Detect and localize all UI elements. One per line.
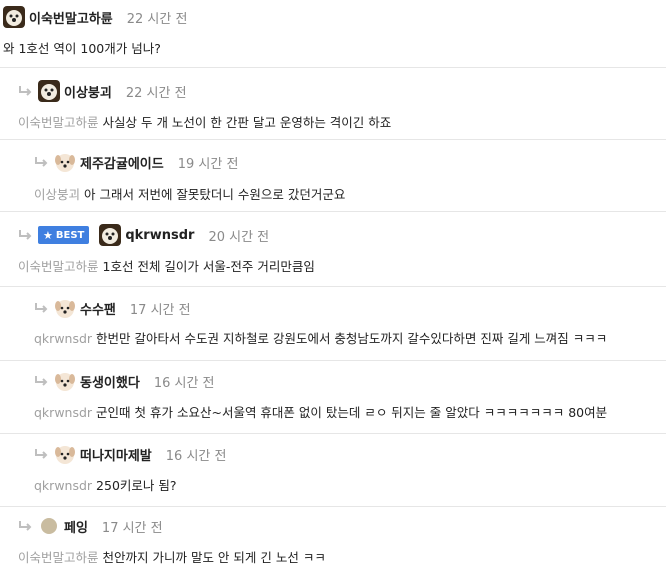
- puppy-avatar[interactable]: [54, 297, 76, 319]
- comment-author[interactable]: qkrwnsdr: [125, 228, 194, 243]
- dog-avatar[interactable]: [99, 224, 122, 246]
- puppy-avatar[interactable]: [54, 443, 76, 465]
- comment-item: 동생이했다 16 시간 전 qkrwnsdr 군인때 첫 휴가 소요산~서울역 휴…: [0, 360, 666, 434]
- comment-time: 17 시간 전: [101, 520, 163, 536]
- comment-item: 수수팬 17 시간 전 qkrwnsdr 한번만 갈아타서 수도권 지하철로 강원…: [0, 286, 666, 361]
- comment-author[interactable]: 이상붕괴: [64, 82, 112, 101]
- comment-time: 20 시간 전: [208, 229, 270, 245]
- comment-text: 한번만 갈아타서 수도권 지하철로 강원도에서 충청남도까지 갈수있다하면 진짜…: [96, 331, 608, 346]
- comment-text: 와 1호선 역이 100개가 넘나?: [3, 41, 161, 56]
- comment-author[interactable]: 페잉: [64, 517, 88, 536]
- reply-arrow-icon: [35, 376, 48, 386]
- reply-mention[interactable]: qkrwnsdr: [34, 478, 92, 493]
- reply-arrow-icon: [35, 157, 48, 167]
- reply-mention[interactable]: 이숙번말고하륜: [18, 259, 99, 274]
- reply-arrow-icon: [19, 521, 32, 531]
- comment-author[interactable]: 수수팬: [80, 299, 116, 318]
- comment-body: 이숙번말고하륜 사실상 두 개 노선이 한 간판 달고 운영하는 격이긴 하죠: [18, 112, 391, 131]
- comment-body: qkrwnsdr 군인때 첫 휴가 소요산~서울역 휴대폰 없이 탔는데 ㄹㅇ 뒤…: [34, 402, 607, 421]
- reply-arrow-icon: [19, 230, 32, 240]
- reply-mention[interactable]: 이숙번말고하륜: [18, 115, 99, 130]
- comment-time: 16 시간 전: [153, 375, 215, 391]
- comment-author[interactable]: 동생이했다: [80, 372, 140, 391]
- puppy-avatar[interactable]: [54, 151, 76, 173]
- comment-body: 이숙번말고하륜 1호선 전체 길이가 서울-전주 거리만큼임: [18, 256, 315, 275]
- comment-time: 22 시간 전: [125, 85, 187, 101]
- comment-body: 이상붕괴 아 그래서 저번에 잘못탔더니 수원으로 갔던거군요: [34, 184, 345, 203]
- dog-avatar[interactable]: [38, 80, 60, 102]
- comment-text: 천안까지 가니까 말도 안 되게 긴 노선 ㅋㅋ: [102, 550, 326, 565]
- reply-mention[interactable]: 이숙번말고하륜: [18, 550, 99, 565]
- comment-item: 페잉 17 시간 전 이숙번말고하륜 천안까지 가니까 말도 안 되게 긴 노선 …: [0, 506, 666, 568]
- comment-body: 와 1호선 역이 100개가 넘나?: [3, 38, 161, 57]
- comment-author[interactable]: 이숙번말고하륜: [29, 8, 113, 27]
- reply-mention[interactable]: 이상붕괴: [34, 187, 80, 202]
- comment-body: qkrwnsdr 한번만 갈아타서 수도권 지하철로 강원도에서 충청남도까지 갈…: [34, 328, 607, 347]
- comment-author[interactable]: 떠나지마제발: [80, 445, 152, 464]
- reply-mention[interactable]: qkrwnsdr: [34, 405, 92, 420]
- comment-time: 22 시간 전: [126, 11, 188, 27]
- comment-body: 이숙번말고하륜 천안까지 가니까 말도 안 되게 긴 노선 ㅋㅋ: [18, 547, 326, 566]
- comment-time: 17 시간 전: [129, 302, 191, 318]
- comment-time: 19 시간 전: [177, 156, 239, 172]
- comment-body: qkrwnsdr 250키로나 됨?: [34, 475, 177, 494]
- star-icon: ★: [43, 228, 53, 242]
- dog-avatar[interactable]: [3, 6, 25, 28]
- default-avatar[interactable]: [38, 515, 60, 537]
- comment-text: 사실상 두 개 노선이 한 간판 달고 운영하는 격이긴 하죠: [102, 115, 392, 130]
- reply-arrow-icon: [35, 303, 48, 313]
- best-badge: ★ BEST: [38, 226, 90, 244]
- comment-time: 16 시간 전: [165, 448, 227, 464]
- comment-item: 이상붕괴 22 시간 전 이숙번말고하륜 사실상 두 개 노선이 한 간판 달고 …: [0, 67, 666, 140]
- comment-text: 1호선 전체 길이가 서울-전주 거리만큼임: [102, 259, 315, 274]
- reply-arrow-icon: [19, 86, 32, 96]
- comment-text: 아 그래서 저번에 잘못탔더니 수원으로 갔던거군요: [84, 187, 346, 202]
- puppy-avatar[interactable]: [54, 370, 76, 392]
- comment-item: 제주감귤에이드 19 시간 전 이상붕괴 아 그래서 저번에 잘못탔더니 수원으로…: [0, 139, 666, 212]
- comment-item: 이숙번말고하륜 22 시간 전 와 1호선 역이 100개가 넘나?: [0, 0, 666, 68]
- comment-item: ★ BEST qkrwnsdr 20 시간 전 이숙번말고하륜 1호선 전체 길이가…: [0, 211, 666, 287]
- comment-text: 250키로나 됨?: [96, 478, 177, 493]
- comment-author[interactable]: 제주감귤에이드: [80, 153, 164, 172]
- comment-text: 군인때 첫 휴가 소요산~서울역 휴대폰 없이 탔는데 ㄹㅇ 뒤지는 줄 알았다…: [96, 405, 608, 420]
- reply-mention[interactable]: qkrwnsdr: [34, 331, 92, 346]
- reply-arrow-icon: [35, 449, 48, 459]
- comment-item: 떠나지마제발 16 시간 전 qkrwnsdr 250키로나 됨?: [0, 433, 666, 507]
